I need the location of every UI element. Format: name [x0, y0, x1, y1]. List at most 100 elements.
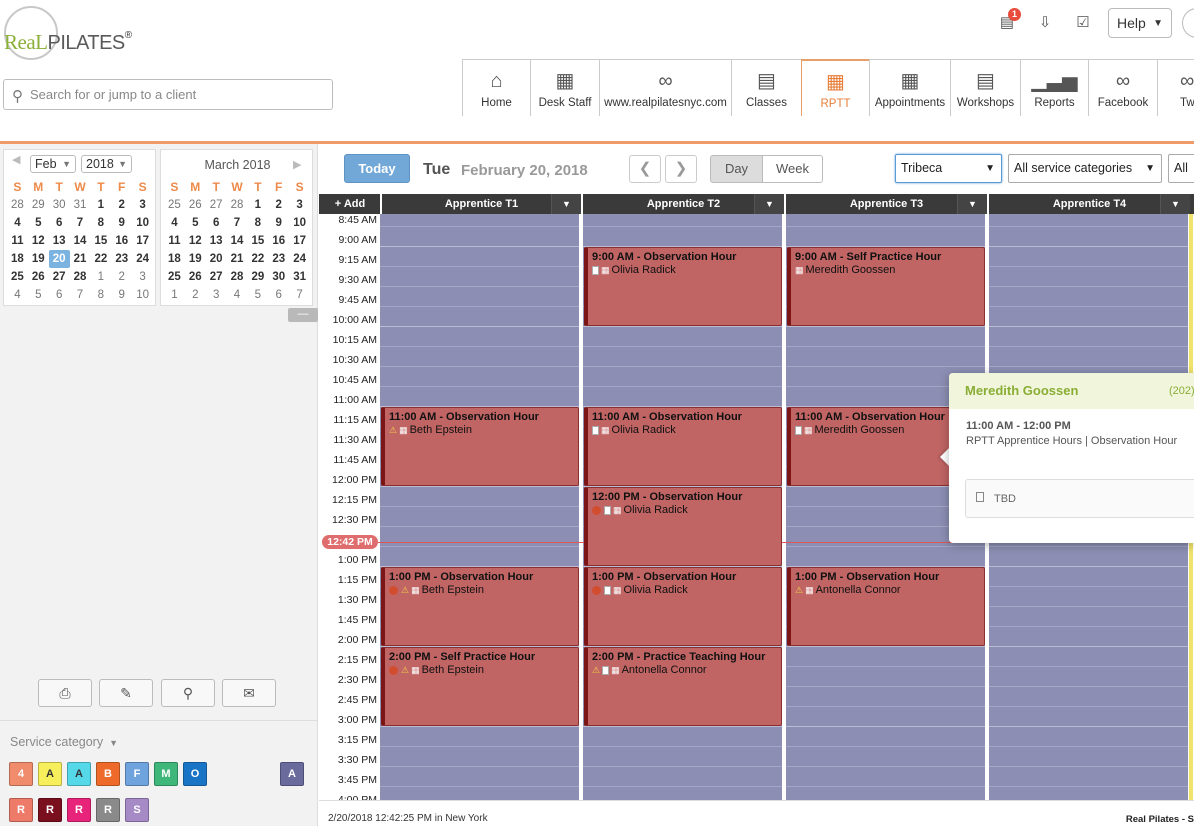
mini-calendar-day[interactable]: 17 — [289, 232, 310, 250]
prev-month-icon[interactable]: ◀ — [12, 153, 20, 166]
mini-calendar-day[interactable]: 13 — [49, 232, 70, 250]
tab-appointments[interactable]: ▦ Appointments — [869, 59, 951, 116]
collapse-calendars-button[interactable]: — — [288, 308, 318, 322]
mini-calendar-day[interactable]: 9 — [111, 214, 132, 232]
search-button[interactable]: ⚲ — [161, 679, 215, 707]
mini-calendar-day[interactable]: 14 — [70, 232, 91, 250]
mini-calendar-day[interactable]: 1 — [164, 286, 185, 304]
mini-calendar-day[interactable]: 4 — [227, 286, 248, 304]
tab-reports[interactable]: ▁▃▅ Reports — [1020, 59, 1089, 116]
service-category-button[interactable]: R — [38, 798, 62, 822]
mini-calendar-day[interactable]: 15 — [90, 232, 111, 250]
month-select[interactable]: Feb ▼ — [30, 155, 76, 173]
mini-calendar-day[interactable]: 7 — [70, 214, 91, 232]
mini-calendar-day[interactable]: 6 — [49, 286, 70, 304]
mini-calendar-day[interactable]: 26 — [185, 268, 206, 286]
mini-calendar-day[interactable]: 7 — [227, 214, 248, 232]
service-category-button[interactable]: A — [280, 762, 304, 786]
mini-calendar-day[interactable]: 22 — [247, 250, 268, 268]
email-button[interactable]: ✉ — [222, 679, 276, 707]
mini-calendar-day[interactable]: 2 — [268, 196, 289, 214]
mini-calendar-day[interactable]: 29 — [28, 196, 49, 214]
mini-calendar-day[interactable]: 16 — [268, 232, 289, 250]
service-category-button[interactable]: A — [38, 762, 62, 786]
mini-calendar-day[interactable]: 28 — [227, 196, 248, 214]
mini-calendar-day[interactable]: 20 — [206, 250, 227, 268]
mini-calendar-day[interactable]: 9 — [111, 286, 132, 304]
mini-calendar-day[interactable]: 4 — [7, 286, 28, 304]
appointment-block[interactable]: 9:00 AM - Self Practice Hour ▦ Meredith Go… — [787, 247, 985, 326]
mini-calendar-day[interactable]: 4 — [7, 214, 28, 232]
mini-calendar-day[interactable]: 22 — [90, 250, 111, 268]
appointment-block[interactable]: 11:00 AM - Observation Hour ⚠ ▦ Beth Epstei… — [381, 407, 579, 486]
mini-calendar-day[interactable]: 5 — [28, 214, 49, 232]
appointment-block[interactable]: 11:00 AM - Observation Hour ▦ Olivia Radic… — [584, 407, 782, 486]
service-category-button[interactable]: O — [183, 762, 207, 786]
service-category-button[interactable]: R — [9, 798, 33, 822]
popup-client-name[interactable]: Meredith Goossen — [965, 383, 1078, 398]
client-search-input[interactable] — [30, 83, 326, 106]
download-icon[interactable]: ⇩ — [1034, 12, 1056, 34]
mini-calendar-day[interactable]: 8 — [90, 214, 111, 232]
chevron-down-icon[interactable]: ▼ — [1160, 194, 1190, 214]
location-select[interactable]: Tribeca ▼ — [895, 154, 1002, 183]
add-button[interactable]: + Add — [319, 194, 381, 214]
tab-twitter[interactable]: ∞Twit — [1157, 59, 1194, 116]
mini-calendar-day[interactable]: 18 — [164, 250, 185, 268]
service-category-select[interactable]: All service categories ▼ — [1008, 154, 1162, 183]
appointment-block[interactable]: 1:00 PM - Observation Hour ⚠ ▦ Beth Epstein — [381, 567, 579, 646]
edit-button[interactable]: ✎ — [99, 679, 153, 707]
tab-classes[interactable]: ▤ Classes — [731, 59, 802, 116]
mini-calendar-day[interactable]: 1 — [90, 196, 111, 214]
mini-calendar-day[interactable]: 26 — [185, 196, 206, 214]
chevron-down-icon[interactable]: ▼ — [551, 194, 581, 214]
mini-calendar-day[interactable]: 27 — [206, 196, 227, 214]
mini-calendar-day[interactable]: 11 — [7, 232, 28, 250]
mini-calendar-day[interactable]: 6 — [268, 286, 289, 304]
mini-calendar-day[interactable]: 10 — [132, 214, 153, 232]
mini-calendar-day[interactable]: 5 — [185, 214, 206, 232]
mini-calendar-day[interactable]: 3 — [132, 268, 153, 286]
mini-calendar-day[interactable]: 3 — [206, 286, 227, 304]
mini-calendar-day[interactable]: 2 — [111, 196, 132, 214]
mini-calendar-day[interactable]: 6 — [49, 214, 70, 232]
service-category-button[interactable]: F — [125, 762, 149, 786]
mini-calendar-day[interactable]: 21 — [227, 250, 248, 268]
mini-calendar-day[interactable]: 8 — [90, 286, 111, 304]
tab-workshops[interactable]: ▤ Workshops — [950, 59, 1021, 116]
mini-calendar-day[interactable]: 21 — [70, 250, 91, 268]
user-menu-button[interactable] — [1182, 8, 1194, 38]
checklist-icon[interactable]: ☑ — [1072, 12, 1094, 34]
notifications-icon[interactable]: ▤ 1 — [996, 8, 1022, 34]
filter-select[interactable]: All — [1168, 154, 1194, 183]
appointment-block[interactable]: 2:00 PM - Self Practice Hour ⚠ ▦ Beth Epste… — [381, 647, 579, 726]
mini-calendar-day[interactable]: 8 — [247, 214, 268, 232]
mini-calendar-day[interactable]: 12 — [185, 232, 206, 250]
next-month-icon[interactable]: ▶ — [293, 158, 301, 171]
service-category-button[interactable]: 4 — [9, 762, 33, 786]
chevron-down-icon[interactable]: ▼ — [754, 194, 784, 214]
column-header-t4[interactable]: Apprentice T4 ▼ — [987, 194, 1190, 214]
mini-calendar-day[interactable]: 19 — [185, 250, 206, 268]
mini-calendar-day[interactable]: 31 — [70, 196, 91, 214]
mini-calendar-day[interactable]: 25 — [7, 268, 28, 286]
mini-calendar-day[interactable]: 27 — [206, 268, 227, 286]
mini-calendar-day[interactable]: 4 — [164, 214, 185, 232]
mini-calendar-day[interactable]: 1 — [247, 196, 268, 214]
mini-calendar-day[interactable]: 9 — [268, 214, 289, 232]
mini-calendar-day[interactable]: 10 — [289, 214, 310, 232]
mini-calendar-day[interactable]: 2 — [185, 286, 206, 304]
next-day-button[interactable]: ❯ — [665, 155, 697, 183]
mini-calendar-day[interactable]: 28 — [7, 196, 28, 214]
column-header-t3[interactable]: Apprentice T3 ▼ — [784, 194, 987, 214]
tab-home[interactable]: ⌂ Home — [462, 59, 531, 116]
mini-calendar-day[interactable]: 11 — [164, 232, 185, 250]
print-button[interactable]: ⎙ — [38, 679, 92, 707]
today-button[interactable]: Today — [344, 154, 410, 183]
day-view-button[interactable]: Day — [710, 155, 763, 183]
service-category-button[interactable]: R — [96, 798, 120, 822]
help-button[interactable]: Help ▼ — [1108, 8, 1172, 38]
mini-calendar-day[interactable]: 28 — [227, 268, 248, 286]
mini-calendar-day[interactable]: 2 — [111, 268, 132, 286]
tab-facebook[interactable]: ∞ Facebook — [1088, 59, 1158, 116]
